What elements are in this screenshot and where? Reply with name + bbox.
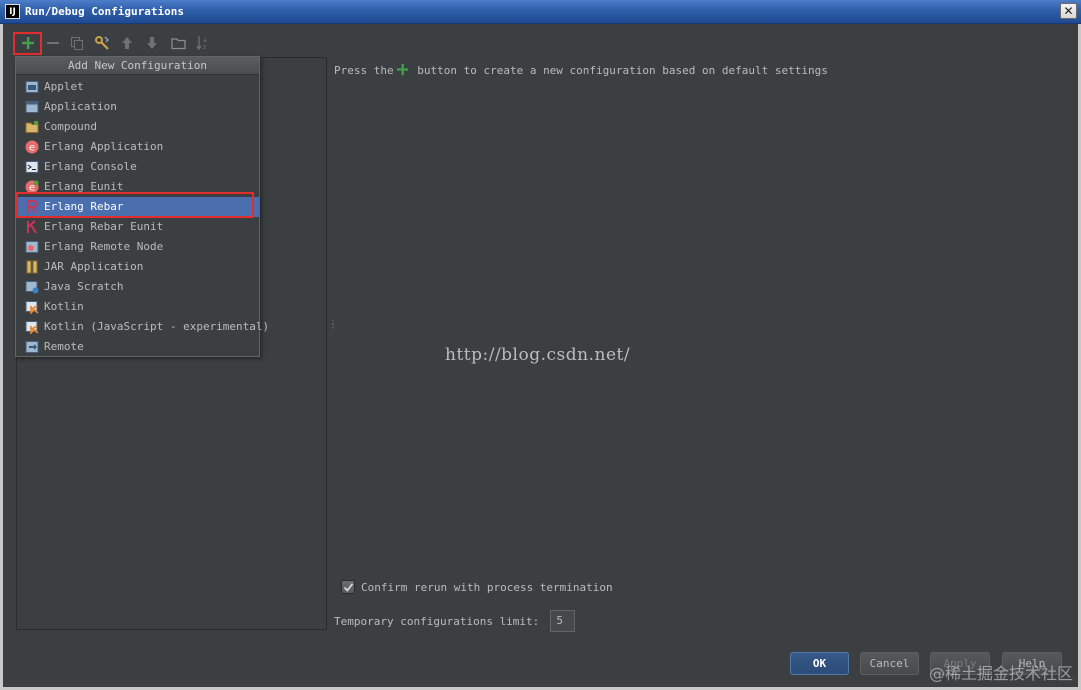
list-item-kotlin-javascript[interactable]: Kotlin (JavaScript - experimental): [16, 317, 269, 337]
config-toolbar: az: [13, 31, 243, 55]
sort-icon[interactable]: az: [193, 33, 213, 53]
kotlin-icon: [25, 301, 39, 314]
edit-defaults-icon[interactable]: [92, 33, 112, 53]
selected-item-highlight: [16, 192, 254, 218]
list-item-erlang-remote-node[interactable]: Erlang Remote Node: [16, 237, 259, 257]
list-item-compound[interactable]: Compound: [16, 117, 259, 137]
list-item-label: Application: [44, 100, 117, 113]
applet-icon: [25, 81, 39, 93]
confirm-rerun-label: Confirm rerun with process termination: [361, 580, 613, 594]
hint-text-after: button to create a new configuration bas…: [417, 64, 828, 77]
confirm-rerun-row: Confirm rerun with process termination: [341, 579, 613, 595]
move-down-icon[interactable]: [142, 33, 162, 53]
remove-icon[interactable]: [43, 33, 63, 53]
svg-text:e: e: [29, 143, 35, 154]
window-title: Run/Debug Configurations: [25, 5, 184, 18]
copy-icon[interactable]: [67, 33, 87, 53]
list-item-label: Java Scratch: [44, 280, 124, 293]
list-item-label: Erlang Application: [44, 140, 164, 153]
close-button[interactable]: ✕: [1060, 3, 1077, 19]
list-item-kotlin[interactable]: Kotlin: [16, 297, 259, 317]
list-item-label: Compound: [44, 120, 97, 133]
confirm-rerun-checkbox[interactable]: [341, 580, 355, 594]
compound-icon: [25, 121, 39, 133]
svg-text:z: z: [203, 44, 206, 51]
list-item-label: Erlang Console: [44, 160, 137, 173]
jar-icon: [26, 260, 38, 274]
list-item-label: Remote: [44, 340, 84, 353]
list-item-erlang-rebar-eunit[interactable]: Erlang Rebar Eunit: [16, 217, 259, 237]
list-item-applet[interactable]: Applet: [16, 77, 259, 97]
list-item-application[interactable]: Application: [16, 97, 259, 117]
list-item-java-scratch[interactable]: Java Scratch: [16, 277, 259, 297]
svg-text:a: a: [203, 37, 207, 44]
intellij-app-icon: IJ: [5, 4, 20, 19]
application-icon: [25, 101, 39, 113]
list-item-label: Erlang Rebar Eunit: [44, 220, 164, 233]
list-item-label: Erlang Remote Node: [44, 240, 164, 253]
erlang-icon: e: [25, 140, 39, 154]
list-item-jar-application[interactable]: JAR Application: [16, 257, 259, 277]
popup-header: Add New Configuration: [16, 57, 259, 75]
hint-text-before: Press the: [334, 64, 394, 77]
title-bar: IJ Run/Debug Configurations ✕: [0, 0, 1081, 24]
java-scratch-icon: [25, 281, 39, 294]
brand-watermark: @稀土掘金技术社区: [928, 664, 1073, 683]
remote-node-icon: [25, 241, 39, 253]
add-icon: [396, 63, 409, 79]
console-icon: [25, 161, 39, 173]
list-item-label: Kotlin (JavaScript - experimental): [44, 320, 270, 333]
folder-icon[interactable]: [168, 33, 188, 53]
cancel-button[interactable]: Cancel: [860, 652, 919, 675]
empty-state-hint: Press the button to create a new configu…: [334, 63, 828, 79]
rebar-eunit-icon: [27, 220, 37, 234]
list-item-remote[interactable]: Remote: [16, 337, 259, 357]
list-item-label: Applet: [44, 80, 84, 93]
temp-config-limit-field[interactable]: 5: [550, 610, 576, 632]
add-button-highlight: [13, 32, 42, 55]
temp-config-limit-row: Temporary configurations limit: 5: [334, 610, 576, 632]
kotlin-js-icon: [25, 321, 39, 334]
list-item-erlang-application[interactable]: e Erlang Application: [16, 137, 259, 157]
list-item-label: JAR Application: [44, 260, 144, 273]
remote-icon: [25, 341, 39, 353]
temp-config-limit-label: Temporary configurations limit:: [334, 614, 540, 628]
list-item-label: Kotlin: [44, 300, 84, 313]
ok-button[interactable]: OK: [790, 652, 849, 675]
list-item-erlang-console[interactable]: Erlang Console: [16, 157, 259, 177]
splitter-handle[interactable]: ⋮ ⋮: [329, 320, 337, 336]
watermark-url: http://blog.csdn.net/: [445, 345, 631, 365]
move-up-icon[interactable]: [117, 33, 137, 53]
